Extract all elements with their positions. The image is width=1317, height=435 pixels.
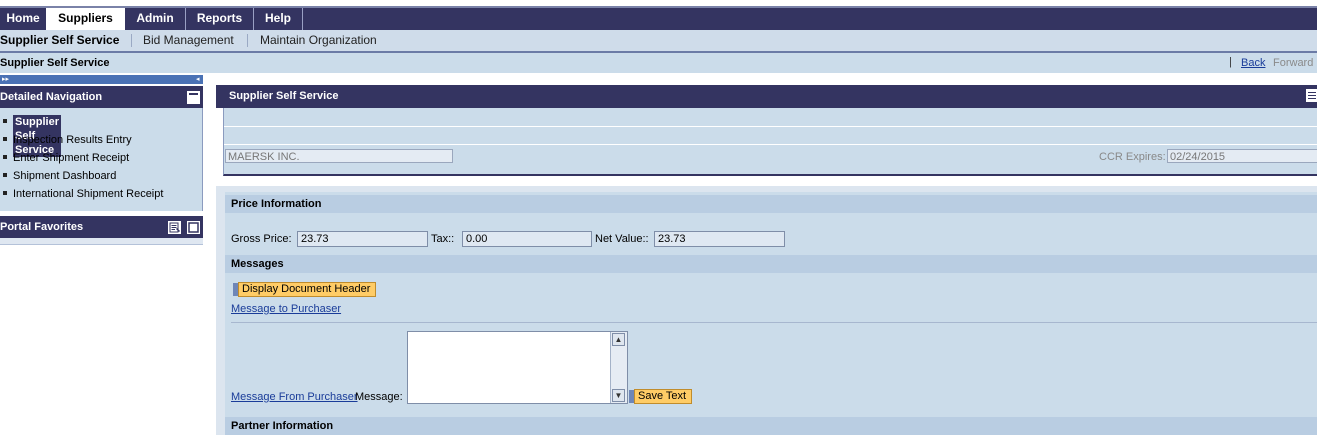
nav-item-enter-shipment-receipt[interactable]: Enter Shipment Receipt	[3, 151, 129, 165]
nav-item-label: International Shipment Receipt	[13, 188, 164, 200]
message-from-purchaser-link[interactable]: Message From Purchaser	[231, 391, 358, 403]
message-scrollbar[interactable]: ▲ ▼	[610, 332, 627, 403]
maximize-icon[interactable]	[186, 220, 201, 235]
bullet-icon	[3, 155, 7, 159]
company-name-field: MAERSK INC.	[225, 149, 453, 163]
content-title: Supplier Self Service	[229, 90, 339, 102]
nav-item-label: Shipment Dashboard	[13, 170, 117, 182]
content-header: Supplier Self Service	[216, 85, 1317, 108]
nav-item-shipment-dashboard[interactable]: Shipment Dashboard	[3, 169, 116, 183]
ccr-expires-field: 02/24/2015	[1167, 149, 1317, 163]
scroll-up-icon[interactable]: ▲	[612, 333, 625, 346]
header-info-area: MAERSK INC. CCR Expires: 02/24/2015	[223, 108, 1317, 176]
forward-link[interactable]: Forward	[1273, 57, 1313, 69]
ccr-expires-label: CCR Expires:	[1099, 151, 1166, 163]
price-information-title: Price Information	[231, 198, 322, 210]
portal-favorites-title: Portal Favorites	[0, 221, 84, 233]
subnav-separator	[247, 34, 248, 47]
partner-information-title: Partner Information	[231, 420, 334, 432]
portal-favorites-body	[0, 238, 203, 245]
top-nav: Home Suppliers Admin Reports Help	[0, 8, 1317, 30]
detailed-navigation-title: Detailed Navigation	[0, 91, 103, 103]
message-to-purchaser-link[interactable]: Message to Purchaser	[231, 303, 341, 315]
subnav-bid-management[interactable]: Bid Management	[143, 33, 234, 47]
expand-nav-icon[interactable]: ▸▸	[2, 75, 12, 84]
bullet-icon	[3, 191, 7, 195]
row-divider	[224, 144, 1317, 145]
display-document-header-button[interactable]: Display Document Header	[232, 282, 377, 297]
tab-reports[interactable]: Reports	[186, 8, 254, 30]
subnav-supplier-self-service[interactable]: Supplier Self Service	[0, 33, 119, 47]
price-information-section: Price Information	[225, 195, 1317, 213]
bullet-icon	[3, 137, 7, 141]
tax-label: Tax::	[431, 233, 455, 245]
page-title: Supplier Self Service	[0, 57, 110, 69]
bullet-icon	[3, 173, 7, 177]
subnav-maintain-organization[interactable]: Maintain Organization	[260, 33, 377, 47]
content-panel: Price Information Gross Price: 23.73 Tax…	[216, 186, 1317, 435]
tab-suppliers[interactable]: Suppliers	[46, 8, 126, 30]
net-value-label: Net Value::	[595, 233, 649, 245]
messages-divider	[231, 322, 1317, 323]
tab-admin[interactable]: Admin	[125, 8, 186, 30]
bullet-icon	[3, 119, 7, 123]
sub-nav: Supplier Self Service Bid Management Mai…	[0, 30, 1317, 53]
history-separator: |	[1229, 56, 1232, 68]
message-label: Message:	[355, 391, 403, 403]
tab-help[interactable]: Help	[254, 8, 303, 30]
portal-favorites-header: Portal Favorites	[0, 216, 203, 238]
nav-item-international-shipment-receipt[interactable]: International Shipment Receipt	[3, 187, 163, 201]
nav-item-supplier-self-service[interactable]: Supplier Self Service	[3, 115, 62, 157]
collapse-nav-icon[interactable]: ◂	[196, 75, 203, 84]
content-inner: Price Information Gross Price: 23.73 Tax…	[225, 192, 1317, 435]
message-textarea[interactable]: ▲ ▼	[407, 331, 628, 404]
partner-information-section: Partner Information	[225, 417, 1317, 435]
gross-price-label: Gross Price:	[231, 233, 292, 245]
nav-item-label: Enter Shipment Receipt	[13, 152, 130, 164]
tab-home[interactable]: Home	[0, 8, 47, 30]
nav-item-label: Inspection Results Entry	[13, 134, 132, 146]
detailed-navigation-list: Supplier Self Service Inspection Results…	[0, 108, 203, 211]
messages-section: Messages	[225, 255, 1317, 273]
scroll-down-icon[interactable]: ▼	[612, 389, 625, 402]
gross-price-field: 23.73	[297, 231, 428, 247]
tax-field: 0.00	[462, 231, 592, 247]
detailed-navigation-header: Detailed Navigation	[0, 86, 203, 108]
nav-toggle-strip: ▸▸ ◂	[0, 75, 203, 84]
messages-title: Messages	[231, 258, 284, 270]
menu-icon[interactable]	[1306, 89, 1317, 102]
back-link[interactable]: Back	[1241, 57, 1265, 69]
subnav-separator	[131, 34, 132, 47]
edit-favorites-icon[interactable]	[167, 220, 182, 235]
save-text-button[interactable]: Save Text	[628, 389, 693, 404]
net-value-field: 23.73	[654, 231, 785, 247]
row-divider	[224, 126, 1317, 127]
nav-item-inspection-results-entry[interactable]: Inspection Results Entry	[3, 133, 132, 147]
page-title-bar: Supplier Self Service | Back Forward	[0, 53, 1317, 73]
minimize-icon[interactable]	[186, 90, 201, 105]
